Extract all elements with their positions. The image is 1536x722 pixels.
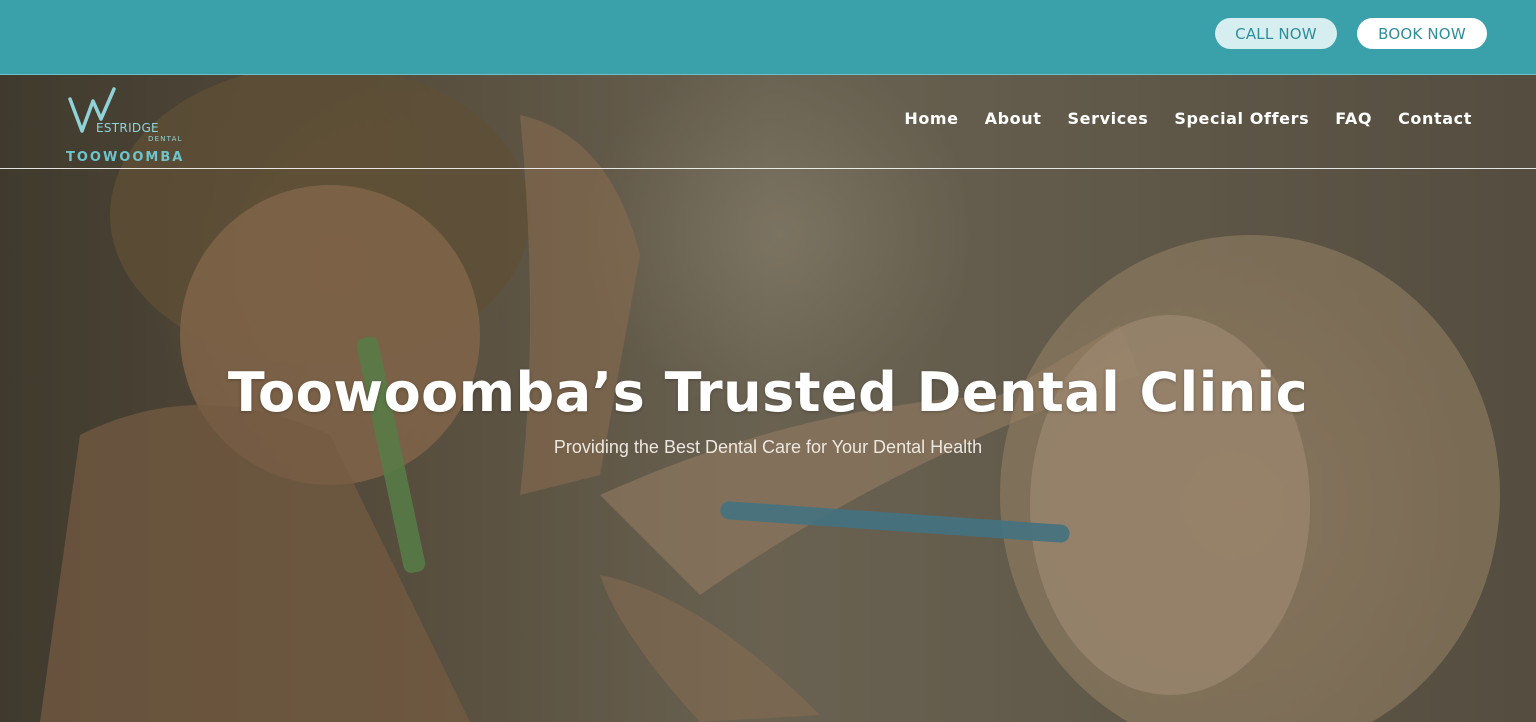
book-now-button[interactable]: BOOK NOW xyxy=(1357,18,1487,49)
top-bar: CALL NOW BOOK NOW xyxy=(0,0,1536,75)
nav-item-faq[interactable]: FAQ xyxy=(1335,109,1372,128)
logo-word: ESTRIDGE xyxy=(96,121,159,135)
hero-title: Toowoomba’s Trusted Dental Clinic xyxy=(227,361,1309,424)
nav-item-services[interactable]: Services xyxy=(1068,109,1149,128)
logo[interactable]: ESTRIDGE DENTAL TOOWOOMBA xyxy=(66,87,186,165)
nav-item-contact[interactable]: Contact xyxy=(1398,109,1472,128)
nav-item-home[interactable]: Home xyxy=(904,109,958,128)
logo-city: TOOWOOMBA xyxy=(66,150,185,165)
nav-item-special-offers[interactable]: Special Offers xyxy=(1174,109,1309,128)
hero-subtitle: Providing the Best Dental Care for Your … xyxy=(553,437,983,457)
nav-menu: Home About Services Special Offers FAQ C… xyxy=(878,109,1472,128)
logo-subtitle: DENTAL xyxy=(148,135,183,143)
call-now-button[interactable]: CALL NOW xyxy=(1215,18,1337,49)
hero-section: ESTRIDGE DENTAL TOOWOOMBA Home About Ser… xyxy=(0,75,1536,722)
main-navbar: ESTRIDGE DENTAL TOOWOOMBA Home About Ser… xyxy=(0,75,1536,169)
nav-item-about[interactable]: About xyxy=(985,109,1042,128)
